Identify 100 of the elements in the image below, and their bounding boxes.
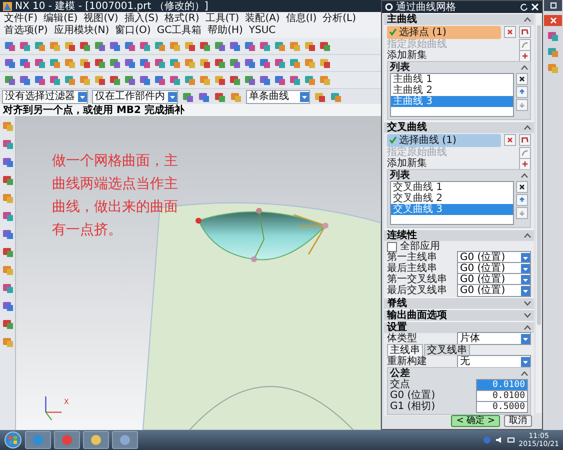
toolbar-icon[interactable] (2, 192, 14, 204)
toolbar-icon[interactable] (199, 74, 211, 86)
toolbar-icon[interactable] (330, 90, 342, 102)
menu-item[interactable]: GC工具箱 (156, 25, 202, 37)
toolbar-icon[interactable] (319, 74, 331, 86)
list-item[interactable]: 交叉曲线 2 (391, 193, 513, 204)
move-up-icon[interactable] (516, 194, 528, 206)
toolbar-icon[interactable] (139, 74, 151, 86)
toolbar-icon[interactable] (94, 40, 106, 52)
toolbar-icon[interactable] (79, 74, 91, 86)
speaker-icon[interactable] (494, 436, 503, 444)
toolbar-icon[interactable] (319, 57, 331, 69)
close-button[interactable] (544, 15, 562, 26)
checkbox[interactable] (387, 242, 397, 252)
toolbar-icon[interactable] (259, 74, 271, 86)
input-field[interactable]: 0.0100 (476, 390, 528, 402)
toolbar-icon[interactable] (2, 174, 14, 186)
toolbar-icon[interactable] (230, 90, 242, 102)
selection-filter-dropdown[interactable]: 没有选择过滤器 (2, 90, 88, 104)
tab[interactable]: 交叉线串 (424, 344, 470, 356)
toolbar-icon[interactable] (229, 40, 241, 52)
settings-icon[interactable] (385, 3, 393, 11)
deselect-icon[interactable] (504, 26, 516, 38)
toolbar-icon[interactable] (169, 40, 181, 52)
toolbar-icon[interactable] (547, 46, 559, 58)
toolbar-icon[interactable] (79, 40, 91, 52)
toolbar-icon[interactable] (109, 40, 121, 52)
toolbar-icon[interactable] (2, 138, 14, 150)
deselect-icon[interactable] (504, 134, 516, 146)
toolbar-icon[interactable] (182, 90, 194, 102)
toolbar-icon[interactable] (2, 282, 14, 294)
toolbar-icon[interactable] (169, 57, 181, 69)
toolbar-icon[interactable] (2, 300, 14, 312)
menu-item[interactable]: 视图(V) (84, 13, 118, 25)
toolbar-icon[interactable] (547, 30, 559, 42)
toolbar-icon[interactable] (154, 74, 166, 86)
toolbar-icon[interactable] (4, 40, 16, 52)
input-field[interactable]: 0.5000 (476, 400, 528, 412)
toolbar-icon[interactable] (304, 74, 316, 86)
toolbar-icon[interactable] (4, 57, 16, 69)
menu-item[interactable]: 工具(T) (205, 13, 240, 25)
dropdown[interactable]: 无 (457, 355, 531, 368)
toolbar-icon[interactable] (64, 57, 76, 69)
toolbar-icon[interactable] (304, 57, 316, 69)
collapse-chevron-icon[interactable] (524, 233, 531, 238)
toolbar-icon[interactable] (214, 74, 226, 86)
collapse-chevron-icon[interactable] (521, 65, 528, 70)
collapse-chevron-icon[interactable] (524, 325, 531, 330)
toolbar-icon[interactable] (64, 74, 76, 86)
toolbar-icon[interactable] (34, 74, 46, 86)
toolbar-icon[interactable] (319, 40, 331, 52)
section-header[interactable]: 连续性 (384, 229, 534, 241)
toolbar-icon[interactable] (198, 90, 210, 102)
toolbar-icon[interactable] (49, 57, 61, 69)
selection-bar[interactable]: 选择点 (1) (387, 26, 501, 38)
toolbar-icon[interactable] (274, 57, 286, 69)
toolbar-icon[interactable] (124, 57, 136, 69)
toolbar-icon[interactable] (169, 74, 181, 86)
taskbar-app-button[interactable] (83, 431, 109, 449)
toolbar-icon[interactable] (214, 57, 226, 69)
curve-list[interactable]: 交叉曲线 1 交叉曲线 2 交叉曲线 3 (390, 181, 514, 225)
menu-item[interactable]: 窗口(O) (115, 25, 151, 37)
toolbar-icon[interactable] (259, 40, 271, 52)
reset-icon[interactable] (520, 3, 528, 11)
toolbar-icon[interactable] (94, 57, 106, 69)
scrollbar-thumb[interactable] (537, 25, 541, 325)
toolbar-icon[interactable] (259, 57, 271, 69)
curve-icon[interactable] (519, 146, 531, 158)
menu-item[interactable]: 编辑(E) (44, 13, 78, 25)
collapse-chevron-icon[interactable] (521, 371, 528, 376)
menu-item[interactable]: 格式(R) (164, 13, 200, 25)
toolbar-icon[interactable] (94, 74, 106, 86)
section-header[interactable]: 输出曲面选项 (384, 309, 534, 321)
curve-select-icon[interactable] (519, 134, 531, 146)
menu-item[interactable]: 信息(I) (286, 13, 317, 25)
collapse-chevron-icon[interactable] (524, 125, 531, 130)
dropdown[interactable]: G0 (位置) (457, 284, 531, 297)
close-icon[interactable] (531, 3, 539, 11)
remove-icon[interactable] (516, 181, 528, 193)
section-header[interactable]: 交叉曲线 (384, 121, 534, 133)
list-item[interactable]: 主曲线 1 (391, 74, 513, 85)
cancel-button[interactable]: 取消 (504, 415, 532, 427)
toolbar-icon[interactable] (184, 74, 196, 86)
section-header[interactable]: 主曲线 (384, 13, 534, 25)
list-item[interactable]: 交叉曲线 1 (391, 182, 513, 193)
toolbar-icon[interactable] (274, 40, 286, 52)
menu-item[interactable]: 装配(A) (245, 13, 280, 25)
toolbar-icon[interactable] (214, 40, 226, 52)
tab[interactable]: 主线串 (387, 344, 423, 356)
toolbar-icon[interactable] (274, 74, 286, 86)
toolbar-icon[interactable] (2, 264, 14, 276)
toolbar-icon[interactable] (109, 74, 121, 86)
collapse-chevron-icon[interactable] (521, 173, 528, 178)
toolbar-icon[interactable] (124, 40, 136, 52)
toolbar-icon[interactable] (154, 40, 166, 52)
section-header[interactable]: 设置 (384, 321, 534, 333)
move-up-icon[interactable] (516, 86, 528, 98)
toolbar-icon[interactable] (34, 57, 46, 69)
toolbar-icon[interactable] (19, 74, 31, 86)
toolbar-icon[interactable] (49, 74, 61, 86)
